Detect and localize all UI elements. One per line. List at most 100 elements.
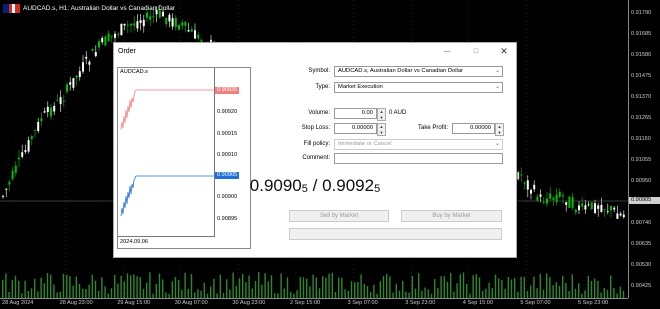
- candle-body: [62, 100, 65, 102]
- candle-body: [43, 111, 46, 113]
- volume-bar: [114, 274, 116, 298]
- type-select[interactable]: Market Execution ⌄: [334, 82, 503, 93]
- volume-bar: [238, 278, 241, 298]
- candle-body: [194, 30, 196, 39]
- candle-body: [133, 23, 136, 26]
- volume-bar: [309, 286, 311, 298]
- chart-title: AUDCAD.s, H1: Australian Dollar vs Canad…: [3, 3, 175, 14]
- volume-bar: [296, 290, 298, 298]
- candle-body: [520, 174, 523, 176]
- volume-bar: [27, 290, 29, 298]
- candle-body: [526, 180, 529, 190]
- volume-bar: [226, 279, 228, 298]
- volume-bar: [440, 276, 442, 298]
- volume-bar: [232, 272, 234, 298]
- take-profit-stepper[interactable]: ▲ ▼: [495, 123, 504, 136]
- volume-bar: [283, 288, 285, 298]
- order-dialog: Order — □ ✕ AUDCAD.s 0.90925 0.90920 0.9…: [113, 42, 517, 258]
- volume-bar: [472, 275, 474, 298]
- volume-bar: [578, 283, 580, 298]
- volume-stepper[interactable]: ▲ ▼: [377, 108, 386, 121]
- volume-bar: [270, 275, 273, 298]
- volume-bar: [482, 290, 484, 298]
- candle-body: [613, 207, 616, 210]
- time-axis[interactable]: 28 Aug 2024 28 Aug 23:00 29 Aug 15:00 30 Au…: [0, 298, 628, 309]
- volume-bar: [514, 277, 516, 298]
- volume-bar: [606, 290, 609, 298]
- volume-bar: [421, 290, 423, 298]
- candle-body: [107, 33, 110, 42]
- currency-flags-icon: [3, 4, 20, 13]
- volume-bar: [424, 287, 426, 298]
- symbol-select[interactable]: AUDCAD.s, Australian Dollar vs Canadian …: [334, 66, 503, 77]
- volume-bar: [306, 278, 308, 298]
- candle-body: [72, 78, 75, 88]
- volume-bar: [533, 276, 535, 298]
- candle-body: [610, 206, 612, 211]
- candle-body: [571, 197, 574, 208]
- price-axis-tick: 0.91265: [631, 115, 652, 121]
- candle-body: [139, 20, 142, 24]
- volume-bar: [149, 272, 151, 298]
- tick-chart-symbol: AUDCAD.s: [120, 69, 148, 75]
- volume-input[interactable]: 0.00: [334, 108, 377, 119]
- volume-bar: [264, 273, 266, 298]
- take-profit-input[interactable]: 0.00000: [452, 123, 495, 134]
- tick-chart-y-tick: 0.90920: [217, 109, 238, 115]
- volume-bar: [251, 288, 253, 298]
- stop-loss-stepper[interactable]: ▲ ▼: [377, 123, 386, 136]
- volume-bar: [50, 274, 52, 298]
- time-axis-tick: 3 Sep 23:00: [405, 300, 436, 306]
- volume-bar: [248, 275, 250, 298]
- volume-bar: [120, 275, 122, 298]
- volume-bar: [229, 289, 231, 298]
- volume-bar: [494, 274, 497, 298]
- fill-policy-select[interactable]: Immediate or Cancel ⌄: [334, 139, 503, 150]
- volume-bar: [526, 291, 529, 298]
- buy-by-market-button[interactable]: Buy by Market: [401, 210, 502, 222]
- close-icon[interactable]: ✕: [497, 45, 511, 57]
- candle-body: [539, 194, 542, 197]
- stop-loss-label: Stop Loss:: [301, 125, 330, 131]
- chevron-down-icon: ⌄: [494, 141, 500, 147]
- time-axis-tick: 4 Sep 15:00: [462, 300, 493, 306]
- candle-body: [53, 105, 56, 112]
- time-axis-tick: 2 Sep 15:00: [290, 300, 321, 306]
- ask-price-label: 0.90925: [215, 87, 240, 94]
- candle-body: [69, 82, 72, 85]
- volume-bar: [14, 275, 17, 298]
- candle-body: [117, 34, 120, 36]
- candle-body: [30, 136, 33, 140]
- volume-bar: [200, 290, 202, 298]
- order-action-button[interactable]: [289, 228, 502, 240]
- ask-price: 0.90925: [322, 176, 381, 195]
- candle-body: [56, 99, 59, 101]
- volume-bar: [427, 289, 429, 298]
- volume-bar: [338, 277, 340, 298]
- bid-price: 0.90905: [249, 176, 308, 195]
- volume-bar: [363, 283, 365, 298]
- candle-body: [597, 205, 600, 209]
- comment-input[interactable]: [334, 153, 503, 164]
- volume-bar: [101, 277, 103, 298]
- volume-bar: [485, 288, 487, 298]
- volume-bar: [402, 280, 404, 298]
- sell-by-market-button[interactable]: Sell by Market: [289, 210, 389, 222]
- maximize-icon[interactable]: □: [469, 45, 483, 57]
- tick-chart-plot: [118, 68, 215, 237]
- candle-body: [562, 195, 564, 197]
- symbol-label: Symbol:: [308, 68, 330, 74]
- volume-bar: [181, 289, 183, 298]
- price-axis[interactable]: 0.91790 0.91685 0.91580 0.91475 0.91370 0.912…: [628, 0, 660, 298]
- stop-loss-input[interactable]: 0.00000: [334, 123, 377, 134]
- candle-body: [587, 204, 590, 206]
- candle-body: [46, 106, 49, 112]
- volume-bar: [558, 285, 561, 298]
- candle-body: [603, 209, 606, 211]
- type-label: Type:: [315, 84, 330, 90]
- candle-body: [123, 23, 126, 26]
- minimize-icon[interactable]: —: [440, 45, 454, 57]
- volume-bar: [162, 279, 164, 298]
- tick-chart-y-tick: 0.90915: [217, 131, 238, 137]
- volume-bar: [488, 282, 490, 298]
